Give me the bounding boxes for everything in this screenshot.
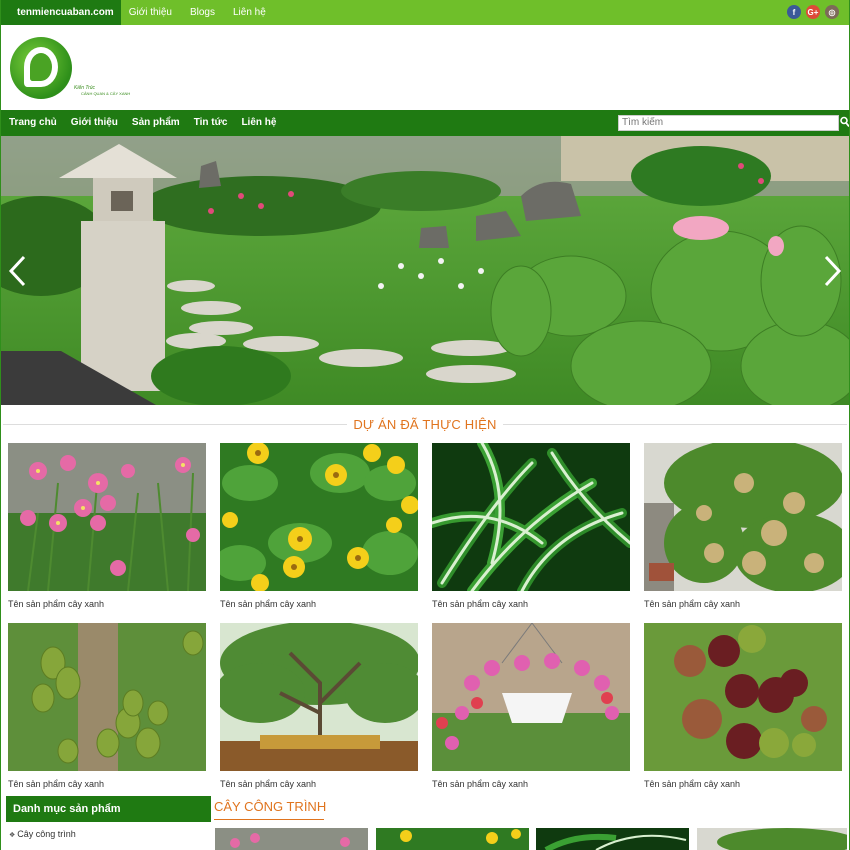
category-thumb[interactable] — [697, 828, 847, 850]
category-title: CÂY CÔNG TRÌNH — [214, 799, 327, 814]
slider-prev-arrow-icon[interactable] — [7, 254, 29, 288]
logo-tagline: CẢNH QUAN & CÂY XANH — [81, 91, 131, 96]
product-card[interactable]: Tên sản phẩm cây xanh — [644, 443, 842, 609]
product-image-striped-leaves[interactable] — [432, 443, 630, 591]
product-image-fruit-cluster[interactable] — [644, 623, 842, 771]
sidebar-item-cay-cong-trinh[interactable]: ❖ Cây công trình — [9, 829, 76, 839]
search-icon[interactable] — [840, 116, 850, 128]
site-logo[interactable] — [10, 37, 72, 99]
product-name[interactable]: Tên sản phẩm cây xanh — [432, 599, 630, 609]
search-input[interactable]: Tìm kiếm — [618, 115, 839, 131]
category-thumb[interactable] — [215, 828, 368, 850]
product-name[interactable]: Tên sản phẩm cây xanh — [644, 779, 842, 789]
garden-slide-image — [1, 136, 849, 405]
product-card[interactable]: Tên sản phẩm cây xanh — [432, 623, 630, 789]
projects-section-title: DỰ ÁN ĐÃ THỰC HIỆN — [347, 417, 503, 432]
hero-slider — [1, 136, 849, 405]
sidebar-heading: Danh mục sản phẩm — [6, 796, 211, 822]
product-image-longan-tree[interactable] — [644, 443, 842, 591]
main-nav: Trang chủ Giới thiệu Sản phẩm Tin tức Li… — [1, 110, 849, 136]
slider-next-arrow-icon[interactable] — [821, 254, 843, 288]
nav-item-products[interactable]: Sản phẩm — [124, 110, 186, 136]
sidebar-item-label: Cây công trình — [17, 829, 76, 839]
product-image-hanging-basket[interactable] — [432, 623, 630, 771]
product-name[interactable]: Tên sản phẩm cây xanh — [220, 779, 418, 789]
product-card[interactable]: Tên sản phẩm cây xanh — [220, 623, 418, 789]
logo-leaf-inner — [30, 53, 52, 81]
page: tenmiencuaban.com Giới thiệu Blogs Liên … — [0, 0, 850, 850]
nav-item-about[interactable]: Giới thiệu — [63, 110, 124, 136]
facebook-icon[interactable]: f — [787, 5, 801, 19]
product-image-big-tree[interactable] — [220, 623, 418, 771]
topbar-link-about[interactable]: Giới thiệu — [121, 0, 182, 25]
category-thumb[interactable] — [376, 828, 529, 850]
social-links: f G+ ◎ — [787, 5, 839, 19]
category-underline — [214, 819, 324, 820]
product-name[interactable]: Tên sản phẩm cây xanh — [8, 779, 206, 789]
top-bar: tenmiencuaban.com Giới thiệu Blogs Liên … — [1, 0, 849, 25]
bullet-icon: ❖ — [9, 832, 18, 839]
site-header: Kiến Trúc CẢNH QUAN & CÂY XANH — [1, 25, 849, 110]
site-domain-link[interactable]: tenmiencuaban.com — [1, 0, 121, 25]
product-card[interactable]: Tên sản phẩm cây xanh — [220, 443, 418, 609]
product-image-pink-flowers[interactable] — [8, 443, 206, 591]
google-plus-icon[interactable]: G+ — [806, 5, 820, 19]
product-image-jackfruit-tree[interactable] — [8, 623, 206, 771]
product-card[interactable]: Tên sản phẩm cây xanh — [644, 623, 842, 789]
nav-item-home[interactable]: Trang chủ — [1, 110, 63, 136]
product-card[interactable]: Tên sản phẩm cây xanh — [8, 443, 206, 609]
topbar-link-contact[interactable]: Liên hệ — [225, 0, 276, 25]
instagram-icon[interactable]: ◎ — [825, 5, 839, 19]
topbar-link-blogs[interactable]: Blogs — [182, 0, 225, 25]
product-name[interactable]: Tên sản phẩm cây xanh — [8, 599, 206, 609]
product-card[interactable]: Tên sản phẩm cây xanh — [8, 623, 206, 789]
product-card[interactable]: Tên sản phẩm cây xanh — [432, 443, 630, 609]
product-name[interactable]: Tên sản phẩm cây xanh — [220, 599, 418, 609]
nav-item-news[interactable]: Tin tức — [186, 110, 234, 136]
product-name[interactable]: Tên sản phẩm cây xanh — [644, 599, 842, 609]
projects-section-heading: DỰ ÁN ĐÃ THỰC HIỆN — [1, 405, 849, 443]
product-name[interactable]: Tên sản phẩm cây xanh — [432, 779, 630, 789]
category-thumb[interactable] — [536, 828, 689, 850]
nav-item-contact[interactable]: Liên hệ — [233, 110, 282, 136]
product-image-yellow-daisies[interactable] — [220, 443, 418, 591]
